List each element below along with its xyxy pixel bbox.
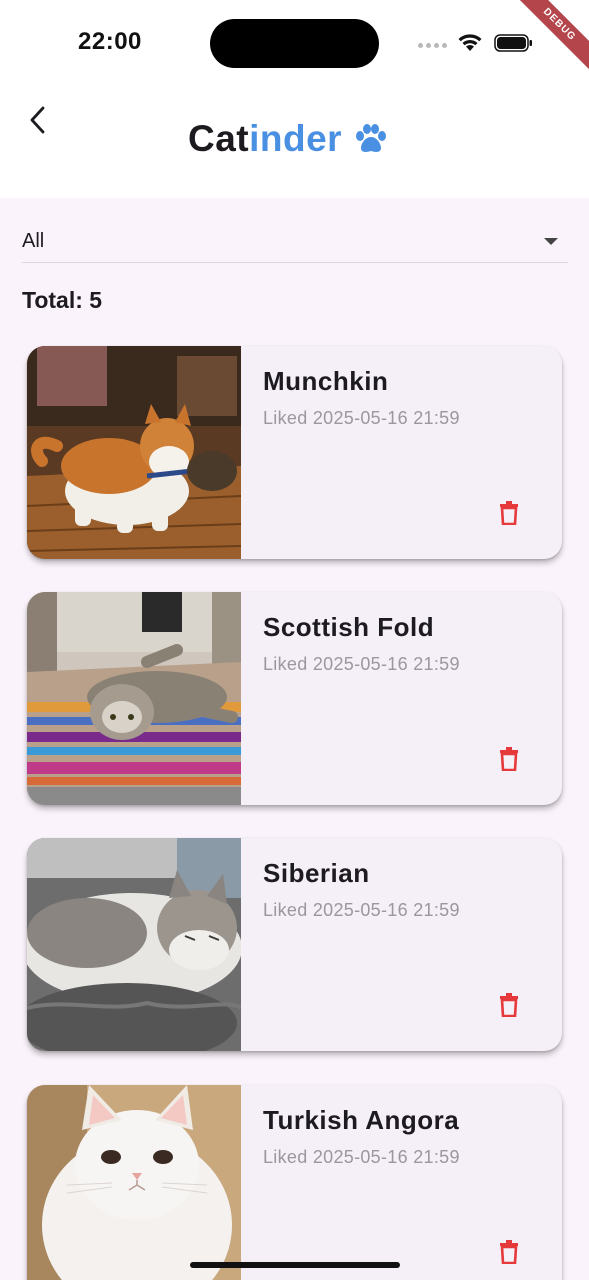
back-button[interactable] xyxy=(22,104,54,136)
dynamic-island xyxy=(210,19,379,68)
trash-icon xyxy=(500,993,518,1017)
liked-cat-card[interactable]: Munchkin Liked 2025-05-16 21:59 xyxy=(27,346,562,559)
home-indicator[interactable] xyxy=(190,1262,400,1268)
breed-filter-dropdown[interactable]: All xyxy=(22,222,568,263)
chevron-left-icon xyxy=(30,106,45,134)
app-title-inder: inder xyxy=(249,118,343,159)
cat-photo xyxy=(27,592,241,805)
status-time: 22:00 xyxy=(78,28,142,55)
dropdown-arrow-icon xyxy=(544,238,558,245)
total-count: Total: 5 xyxy=(22,287,103,313)
trash-icon xyxy=(500,1240,518,1264)
liked-cat-card[interactable]: Siberian Liked 2025-05-16 21:59 xyxy=(27,838,562,1051)
wifi-icon xyxy=(458,34,482,51)
filter-selected-value: All xyxy=(22,230,45,252)
app-bar: 22:00 Cat inder DEBUG xyxy=(0,0,589,198)
cellular-signal-icon xyxy=(418,43,447,48)
app-title: Cat inder xyxy=(188,118,388,160)
cat-breed-name: Turkish Angora xyxy=(263,1105,460,1135)
delete-button[interactable] xyxy=(494,744,524,774)
cat-breed-name: Siberian xyxy=(263,858,370,888)
app-title-cat: Cat xyxy=(188,118,250,159)
delete-button[interactable] xyxy=(494,990,524,1020)
liked-date: Liked 2025-05-16 21:59 xyxy=(263,1147,460,1167)
liked-date: Liked 2025-05-16 21:59 xyxy=(263,654,460,674)
paw-icon xyxy=(356,124,387,152)
liked-date: Liked 2025-05-16 21:59 xyxy=(263,408,460,428)
liked-cat-card[interactable]: Turkish Angora Liked 2025-05-16 21:59 xyxy=(27,1085,562,1280)
trash-icon xyxy=(500,501,518,525)
cat-photo xyxy=(27,838,241,1051)
cat-photo xyxy=(27,1085,241,1280)
delete-button[interactable] xyxy=(494,1237,524,1267)
cat-breed-name: Scottish Fold xyxy=(263,612,435,642)
cat-photo xyxy=(27,346,241,559)
delete-button[interactable] xyxy=(494,498,524,528)
cat-breed-name: Munchkin xyxy=(263,366,389,396)
liked-cat-card[interactable]: Scottish Fold Liked 2025-05-16 21:59 xyxy=(27,592,562,805)
liked-date: Liked 2025-05-16 21:59 xyxy=(263,900,460,920)
trash-icon xyxy=(500,747,518,771)
battery-icon xyxy=(494,34,532,52)
